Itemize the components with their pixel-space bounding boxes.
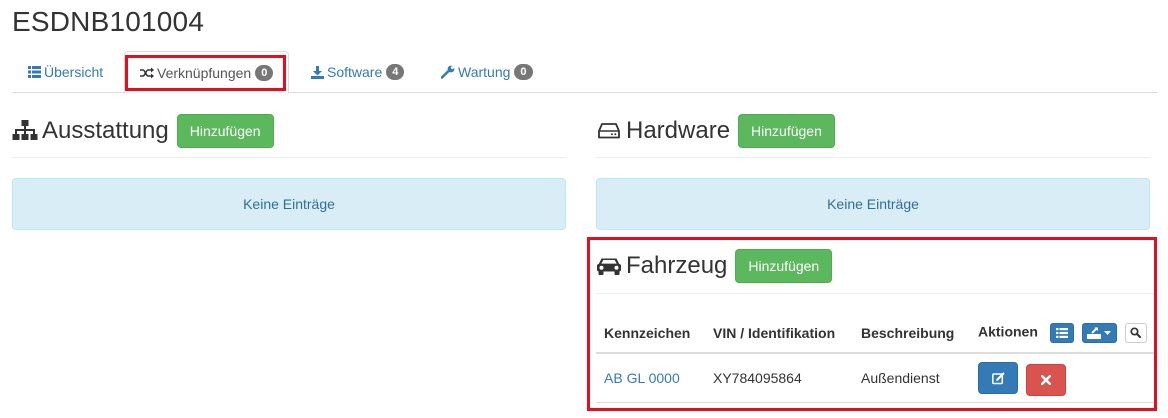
divider <box>596 293 1156 294</box>
wrench-icon <box>441 65 455 79</box>
empty-text: Keine Einträge <box>827 196 919 212</box>
ausstattung-header: Ausstattung Hinzufügen <box>12 114 274 148</box>
delete-button[interactable] <box>1025 363 1066 396</box>
export-icon <box>1087 326 1102 339</box>
section-title: Fahrzeug <box>626 252 728 279</box>
shuffle-icon <box>140 66 154 80</box>
list-icon <box>1055 327 1068 338</box>
tab-label: Übersicht <box>44 64 104 80</box>
tab-badge: 4 <box>386 64 405 80</box>
tab-badge: 0 <box>514 64 533 80</box>
actions-header: Aktionen <box>970 313 1156 354</box>
section-title: Ausstattung <box>42 117 169 144</box>
download-icon <box>310 65 324 79</box>
section-title: Hardware <box>626 117 731 144</box>
tab-label: Verknüpfungen <box>157 64 252 81</box>
car-icon <box>596 254 622 278</box>
hardware-header: Hardware Hinzufügen <box>596 114 835 148</box>
kennzeichen-link[interactable]: AB GL 0000 <box>604 370 680 386</box>
column-header: Aktionen <box>978 323 1038 340</box>
tab-label: Wartung <box>458 64 511 80</box>
table-header-row: Kennzeichen VIN / Identifikation Beschre… <box>596 313 1156 354</box>
column-toggle-button[interactable] <box>1049 322 1074 343</box>
search-button[interactable] <box>1124 322 1147 343</box>
caret-down-icon <box>1104 330 1112 335</box>
edit-button[interactable] <box>978 362 1018 394</box>
ausstattung-empty-alert: Keine Einträge <box>12 178 566 230</box>
tab-badge: 0 <box>255 64 274 81</box>
divider <box>596 157 1150 158</box>
fahrzeug-header: Fahrzeug Hinzufügen <box>596 248 833 284</box>
vin-cell: XY784095864 <box>705 353 853 403</box>
page-title: ESDNB101004 <box>12 6 205 37</box>
hardware-add-button[interactable]: Hinzufügen <box>738 114 835 148</box>
tab-uebersicht[interactable]: Übersicht <box>12 51 118 93</box>
search-icon <box>1130 327 1142 338</box>
table-row: AB GL 0000 XY784095864 Außendienst <box>596 353 1156 403</box>
tab-software[interactable]: Software 4 <box>295 51 419 93</box>
tab-wartung[interactable]: Wartung 0 <box>426 51 548 93</box>
fahrzeug-add-button[interactable]: Hinzufügen <box>735 249 833 283</box>
tab-verknuepfungen[interactable]: Verknüpfungen 0 <box>124 51 290 94</box>
column-header[interactable]: VIN / Identifikation <box>705 313 853 354</box>
sitemap-icon <box>12 119 38 143</box>
tab-label: Software <box>327 64 383 80</box>
tab-bar: Übersicht Verknüpfungen 0 Software 4 War… <box>12 51 1158 94</box>
column-header[interactable]: Beschreibung <box>853 313 970 354</box>
column-header[interactable]: Kennzeichen <box>596 313 705 354</box>
edit-icon <box>991 371 1005 385</box>
empty-text: Keine Einträge <box>243 196 335 212</box>
ausstattung-add-button[interactable]: Hinzufügen <box>176 114 274 148</box>
export-dropdown-button[interactable] <box>1081 322 1117 343</box>
divider <box>12 157 566 158</box>
hardware-empty-alert: Keine Einträge <box>596 178 1150 230</box>
hdd-icon <box>596 119 622 143</box>
fahrzeug-table: Kennzeichen VIN / Identifikation Beschre… <box>596 313 1156 403</box>
actions-cell <box>970 353 1156 403</box>
close-icon <box>1040 374 1051 385</box>
list-icon <box>27 65 41 79</box>
beschreibung-cell: Außendienst <box>853 353 970 403</box>
